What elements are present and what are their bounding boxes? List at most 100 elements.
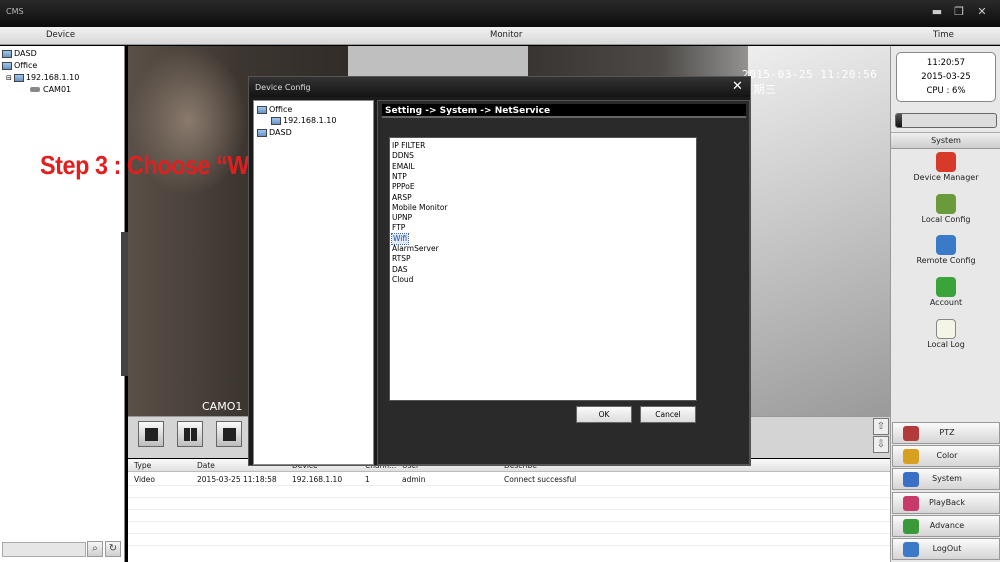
tree-node-camera[interactable]: CAM01 bbox=[30, 85, 71, 94]
account-button[interactable]: Account bbox=[891, 277, 1000, 317]
quad-view-icon bbox=[184, 428, 197, 441]
advance-icon bbox=[903, 519, 919, 534]
group-icon bbox=[2, 49, 12, 58]
panel-splitter[interactable] bbox=[121, 232, 128, 376]
video-content bbox=[748, 46, 890, 416]
netservice-item[interactable]: DDNS bbox=[392, 151, 414, 161]
menu-playback[interactable]: PlayBack bbox=[892, 492, 1000, 514]
netservice-item[interactable]: Cloud bbox=[392, 275, 413, 285]
netservice-item[interactable]: DAS bbox=[392, 265, 408, 275]
netservice-item[interactable]: PPPoE bbox=[392, 182, 415, 192]
menu-ptz[interactable]: PTZ bbox=[892, 422, 1000, 444]
tree-node-device[interactable]: ⊟ 192.168.1.10 bbox=[6, 73, 79, 82]
log-cell-user: admin bbox=[402, 475, 426, 484]
dialog-tree-node-office[interactable]: Office bbox=[257, 105, 292, 114]
dialog-device-tree: Office 192.168.1.10 DASD bbox=[253, 100, 374, 465]
device-tree-panel: DASD Office ⊟ 192.168.1.10 CAM01 bbox=[0, 46, 125, 562]
scroll-up-icon[interactable]: ⇧ bbox=[873, 418, 889, 435]
time-header: Time bbox=[933, 30, 954, 40]
osd-timestamp: 2015-03-25 11:20:56 星期三 bbox=[742, 68, 878, 96]
dialog-tree-node-dasd[interactable]: DASD bbox=[257, 128, 292, 137]
log-cell-date: 2015-03-25 11:18:58 bbox=[197, 475, 277, 484]
layout-4-button[interactable] bbox=[177, 421, 203, 447]
playback-icon bbox=[903, 496, 919, 511]
netservice-item[interactable]: RTSP bbox=[392, 254, 411, 264]
group-icon bbox=[257, 105, 267, 114]
netservice-item[interactable]: FTP bbox=[392, 223, 405, 233]
device-config-dialog: Device Config ✕ Office 192.168.1.10 DASD… bbox=[248, 76, 751, 466]
row-divider bbox=[128, 509, 890, 510]
row-divider bbox=[128, 497, 890, 498]
log-table: Type Date Device Chann... User Describe … bbox=[128, 459, 890, 562]
ptz-icon bbox=[903, 426, 919, 441]
cpu-meter bbox=[895, 113, 997, 128]
netservice-item[interactable]: UPNP bbox=[392, 213, 412, 223]
layout-1-button[interactable] bbox=[138, 421, 164, 447]
netservice-item-selected[interactable]: Wifi bbox=[390, 232, 410, 245]
app-title: CMS bbox=[6, 7, 24, 16]
dialog-title-bar[interactable]: Device Config ✕ bbox=[249, 77, 750, 97]
menu-advance[interactable]: Advance bbox=[892, 515, 1000, 537]
clock-time: 11:20:57 bbox=[926, 58, 966, 68]
local-log-button[interactable]: Local Log bbox=[891, 319, 1000, 359]
close-icon[interactable]: ✕ bbox=[975, 6, 989, 18]
local-log-icon bbox=[936, 319, 956, 339]
six-view-icon bbox=[223, 428, 236, 441]
local-config-button[interactable]: Local Config bbox=[891, 194, 1000, 234]
netservice-item[interactable]: AlarmServer bbox=[392, 244, 439, 254]
settings-pane: Setting -> System -> NetService IP FILTE… bbox=[377, 100, 750, 465]
netservice-item[interactable]: ARSP bbox=[392, 193, 412, 203]
log-cell-device: 192.168.1.10 bbox=[292, 475, 343, 484]
remote-config-icon bbox=[936, 235, 956, 255]
dialog-tree-node-device[interactable]: 192.168.1.10 bbox=[271, 116, 336, 125]
restore-icon[interactable]: ❐ bbox=[952, 6, 966, 18]
menu-color[interactable]: Color bbox=[892, 445, 1000, 467]
device-header: Device bbox=[46, 30, 76, 40]
minimize-icon[interactable]: ▬ bbox=[930, 6, 944, 18]
netservice-item[interactable]: EMAIL bbox=[392, 162, 415, 172]
clock-date: 2015-03-25 bbox=[921, 72, 971, 82]
local-config-icon bbox=[936, 194, 956, 214]
tab-system[interactable]: System bbox=[891, 132, 1000, 149]
netservice-item[interactable]: NTP bbox=[392, 172, 407, 182]
device-search-input[interactable] bbox=[2, 542, 86, 557]
clock-box: 11:20:57 2015-03-25 CPU : 6% bbox=[896, 52, 996, 102]
cpu-meter-fill bbox=[896, 114, 902, 127]
system-icon bbox=[903, 472, 919, 487]
dvr-icon bbox=[13, 73, 24, 82]
monitor-header: Monitor bbox=[490, 30, 523, 40]
camera-icon bbox=[30, 87, 40, 92]
layout-6-button[interactable] bbox=[216, 421, 242, 447]
column-header[interactable]: Type bbox=[134, 461, 151, 470]
remote-config-button[interactable]: Remote Config bbox=[891, 235, 1000, 275]
netservice-item[interactable]: IP FILTER bbox=[392, 141, 425, 151]
log-cell-describe: Connect successful bbox=[504, 475, 577, 484]
refresh-icon[interactable]: ↻ bbox=[105, 541, 121, 557]
ok-button[interactable]: OK bbox=[576, 406, 632, 423]
dialog-close-icon[interactable]: ✕ bbox=[732, 80, 743, 93]
netservice-list[interactable]: IP FILTER DDNS EMAIL NTP PPPoE ARSP Mobile Mon… bbox=[389, 137, 697, 401]
device-manager-icon bbox=[936, 152, 956, 172]
search-icon[interactable]: ⌕ bbox=[87, 541, 103, 557]
column-header[interactable]: Date bbox=[197, 461, 215, 470]
menu-logout[interactable]: LogOut bbox=[892, 538, 1000, 560]
single-view-icon bbox=[145, 428, 158, 441]
cancel-button[interactable]: Cancel bbox=[640, 406, 696, 423]
group-icon bbox=[257, 128, 267, 137]
title-bar: CMS ▬ ❐ ✕ bbox=[0, 0, 1000, 27]
tree-node-dasd[interactable]: DASD bbox=[2, 49, 37, 58]
collapse-icon[interactable]: ⊟ bbox=[6, 74, 12, 82]
tree-node-office[interactable]: Office bbox=[2, 61, 37, 70]
row-divider bbox=[128, 485, 890, 486]
netservice-item[interactable]: Mobile Monitor bbox=[392, 203, 448, 213]
right-panel: 11:20:57 2015-03-25 CPU : 6% System Devi… bbox=[890, 46, 1000, 562]
log-cell-type: Video bbox=[134, 475, 156, 484]
menu-system[interactable]: System bbox=[892, 468, 1000, 490]
dvr-icon bbox=[271, 116, 281, 125]
osd-channel: CAMO1 bbox=[202, 400, 243, 413]
color-icon bbox=[903, 449, 919, 464]
logout-icon bbox=[903, 542, 919, 557]
scroll-down-icon[interactable]: ⇩ bbox=[873, 436, 889, 453]
row-divider bbox=[128, 533, 890, 534]
device-manager-button[interactable]: Device Manager bbox=[891, 152, 1000, 192]
